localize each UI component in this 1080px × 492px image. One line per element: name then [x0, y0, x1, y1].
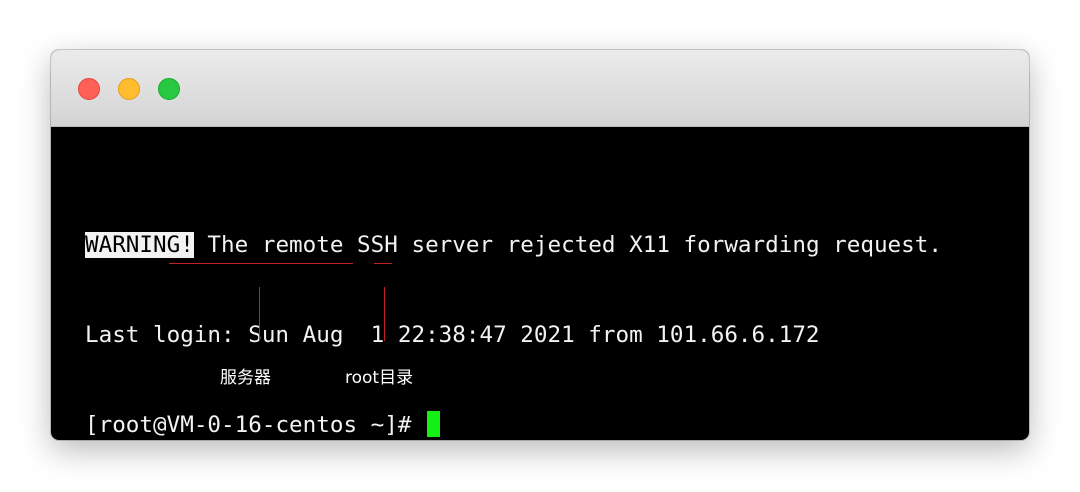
- prompt-symbol: ]#: [384, 412, 426, 438]
- warning-highlight: WARNING!: [85, 232, 194, 258]
- prompt-directory: ~: [370, 412, 385, 438]
- terminal-output[interactable]: WARNING! The remote SSH server rejected …: [85, 170, 942, 440]
- prompt-hostname: VM-0-16-centos: [166, 412, 358, 438]
- directory-leader-line: [384, 287, 385, 341]
- directory-underline: [374, 263, 392, 264]
- hostname-annotation: 服务器: [220, 368, 271, 388]
- warning-text: The remote SSH server rejected X11 forwa…: [193, 232, 942, 258]
- hostname-leader-line: [259, 287, 260, 341]
- last-login-line: Last login: Sun Aug 1 22:38:47 2021 from…: [85, 322, 820, 348]
- text-cursor: [427, 411, 441, 437]
- minimize-button[interactable]: [118, 78, 140, 100]
- prompt-line: [root@VM-0-16-centos ~]#: [85, 410, 942, 440]
- zoom-button[interactable]: [158, 78, 180, 100]
- directory-annotation: root目录: [345, 368, 414, 388]
- close-button[interactable]: [78, 78, 100, 100]
- terminal-window: WARNING! The remote SSH server rejected …: [51, 50, 1029, 440]
- title-bar[interactable]: [51, 50, 1029, 127]
- prompt-user: [root@: [85, 412, 167, 438]
- hostname-underline: [169, 263, 353, 264]
- warning-line: WARNING! The remote SSH server rejected …: [85, 230, 942, 260]
